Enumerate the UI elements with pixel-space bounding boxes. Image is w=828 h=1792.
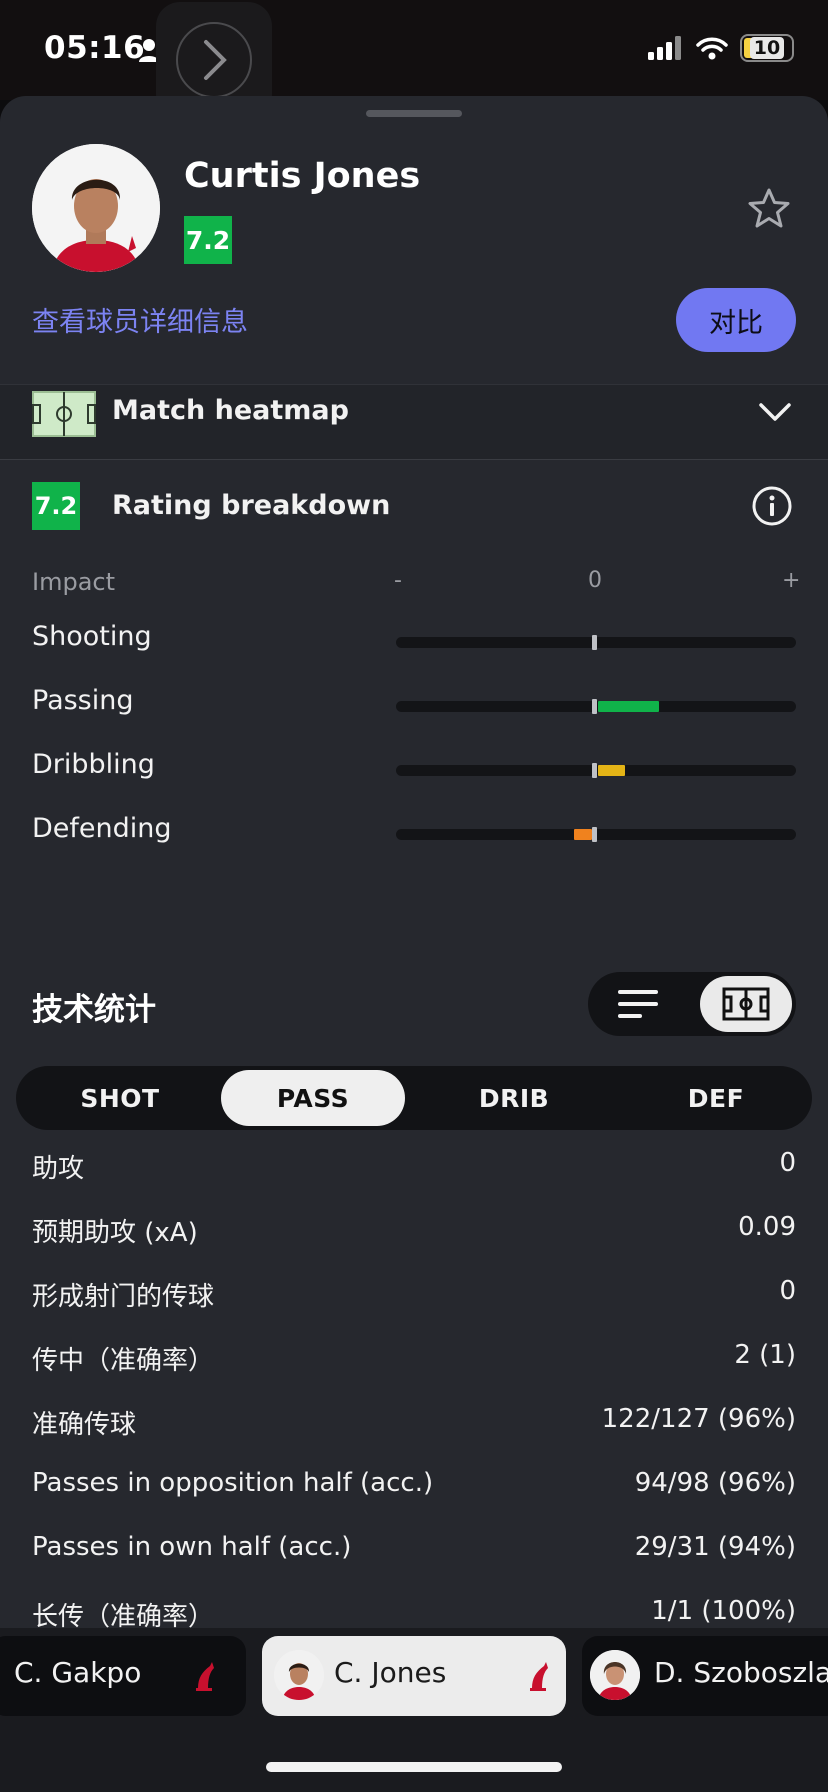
stat-value: 0.09 [738, 1212, 796, 1242]
stat-value: 0 [779, 1148, 796, 1178]
player-avatar [32, 144, 160, 272]
stat-row: 传中（准确率） 2 (1) [0, 1340, 828, 1380]
rating-category-label: Shooting [32, 621, 152, 652]
signal-icon [648, 36, 681, 60]
avatar [274, 1650, 324, 1700]
tab-drib[interactable]: DRIB [422, 1070, 606, 1126]
stat-value: 122/127 (96%) [601, 1404, 796, 1434]
breakdown-rating-badge: 7.2 [32, 482, 80, 530]
chevron-right-icon [204, 40, 227, 80]
stat-value: 2 (1) [734, 1340, 796, 1370]
rating-category-label: Dribbling [32, 749, 155, 780]
sheet-grabber[interactable] [366, 110, 462, 117]
player-photo [32, 144, 160, 272]
player-chip-szoboszlai[interactable]: D. Szoboszlai [582, 1636, 828, 1716]
stat-row: 形成射门的传球 0 [0, 1276, 828, 1316]
status-bar: 05:16 10 [0, 0, 828, 118]
technical-stats-title: 技术统计 [32, 992, 156, 1028]
impact-bar-center-marker [592, 699, 597, 714]
status-time: 05:16 [44, 30, 146, 66]
stat-row: Passes in opposition half (acc.) 94/98 (9… [0, 1468, 828, 1508]
impact-scale-minus: - [394, 568, 402, 593]
player-chip-jones[interactable]: C. Jones [262, 1636, 566, 1716]
tab-pass[interactable]: PASS [221, 1070, 405, 1126]
impact-scale-plus: + [782, 568, 801, 593]
player-chip-name: C. Jones [334, 1656, 447, 1689]
stat-category-tabs: SHOT PASS DRIB DEF [16, 1066, 812, 1130]
impact-scale-zero: 0 [588, 568, 602, 593]
avatar [590, 1650, 640, 1700]
impact-bar-center-marker [592, 763, 597, 778]
impact-bar-fill [598, 701, 659, 712]
pitch-view-button[interactable] [700, 976, 792, 1032]
stat-label: 准确传球 [32, 1410, 137, 1440]
impact-bar-center-marker [592, 635, 597, 650]
impact-bar [396, 827, 796, 842]
info-icon[interactable] [752, 486, 792, 526]
stat-label: Passes in own half (acc.) [32, 1532, 352, 1562]
tab-shot[interactable]: SHOT [28, 1070, 212, 1126]
battery-icon: 10 [740, 34, 794, 62]
impact-bar-fill [598, 765, 626, 776]
player-switcher: C. Gakpo C. Jones D. Szoboszlai [0, 1628, 828, 1792]
player-rating-badge: 7.2 [184, 216, 232, 264]
impact-bar [396, 635, 796, 650]
rating-category-row: Passing [0, 685, 828, 725]
tab-def[interactable]: DEF [624, 1070, 808, 1126]
heatmap-label: Match heatmap [112, 395, 349, 426]
rating-category-label: Passing [32, 685, 134, 716]
player-chip-name: D. Szoboszlai [654, 1656, 828, 1689]
impact-bar [396, 763, 796, 778]
stat-row: Passes in own half (acc.) 29/31 (94%) [0, 1532, 828, 1572]
liverpool-crest-icon [530, 1662, 548, 1691]
home-indicator[interactable] [266, 1762, 562, 1772]
player-details-link[interactable]: 查看球员详细信息 [32, 300, 248, 339]
player-name: Curtis Jones [184, 156, 421, 196]
liverpool-crest-icon [196, 1662, 214, 1691]
stat-value: 29/31 (94%) [634, 1532, 796, 1562]
stat-row: 预期助攻 (xA) 0.09 [0, 1212, 828, 1252]
stat-value: 1/1 (100%) [651, 1596, 796, 1626]
stats-view-toggle[interactable] [588, 972, 796, 1036]
stat-label: Passes in opposition half (acc.) [32, 1468, 434, 1498]
rating-category-row: Shooting [0, 621, 828, 661]
pitch-icon [32, 391, 96, 437]
stat-label: 预期助攻 (xA) [32, 1218, 198, 1248]
chevron-down-icon[interactable] [758, 401, 792, 423]
stat-label: 助攻 [32, 1154, 85, 1184]
rating-category-row: Defending [0, 813, 828, 853]
battery-level: 10 [749, 37, 785, 59]
impact-bar-center-marker [592, 827, 597, 842]
match-heatmap-row[interactable]: Match heatmap [0, 384, 828, 460]
stat-row: 准确传球 122/127 (96%) [0, 1404, 828, 1444]
rating-category-label: Defending [32, 813, 172, 844]
player-chip-gakpo[interactable]: C. Gakpo [0, 1636, 246, 1716]
impact-bar [396, 699, 796, 714]
status-icons: 10 [648, 34, 794, 62]
pitch-view-icon [722, 987, 770, 1021]
stat-label: 形成射门的传球 [32, 1282, 215, 1312]
list-view-icon[interactable] [618, 986, 658, 1022]
player-sheet: Curtis Jones 7.2 查看球员详细信息 对比 Match heatm… [0, 96, 828, 1792]
impact-label: Impact [32, 568, 116, 596]
stat-row: 助攻 0 [0, 1148, 828, 1188]
stat-value: 94/98 (96%) [634, 1468, 796, 1498]
rating-category-row: Dribbling [0, 749, 828, 789]
compare-button[interactable]: 对比 [676, 288, 796, 352]
player-chip-name: C. Gakpo [14, 1656, 142, 1689]
impact-bar-fill [574, 829, 592, 840]
stat-value: 0 [779, 1276, 796, 1306]
rating-breakdown-title: Rating breakdown [112, 490, 391, 521]
wifi-icon [696, 37, 728, 60]
favorite-star-icon[interactable] [748, 188, 790, 228]
stat-label: 传中（准确率） [32, 1346, 215, 1376]
